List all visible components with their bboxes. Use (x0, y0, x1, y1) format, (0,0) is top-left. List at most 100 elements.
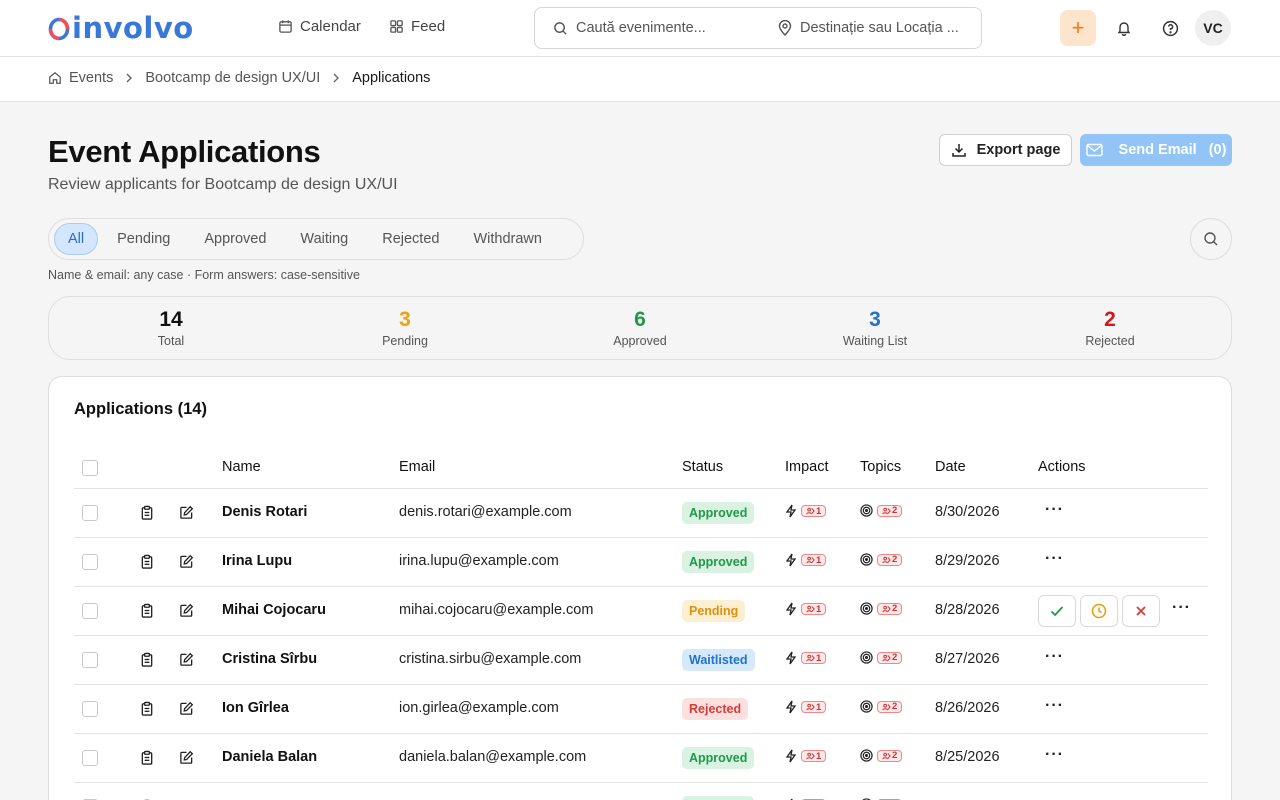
nav-feed-link[interactable]: Feed (389, 18, 445, 35)
clipboard-icon[interactable] (140, 554, 154, 569)
applicant-name[interactable]: Mihai Cojocaru (222, 602, 326, 618)
target-icon (860, 651, 873, 664)
mail-icon (1085, 143, 1103, 157)
edit-note-icon[interactable] (179, 750, 194, 765)
help-button[interactable] (1152, 10, 1188, 46)
notifications-button[interactable] (1106, 10, 1142, 46)
applicant-name[interactable]: Denis Rotari (222, 504, 307, 520)
topics-pill: 2 (877, 700, 903, 713)
table-row[interactable]: Irina Lupu irina.lupu@example.com Approved… (74, 538, 1208, 587)
clipboard-icon[interactable] (140, 750, 154, 765)
impact-count: 1 (816, 505, 822, 517)
breadcrumb-events[interactable]: Events (69, 70, 113, 86)
table-row[interactable]: Cristina Sîrbu cristina.sirbu@example.com… (74, 636, 1208, 685)
more-actions-icon[interactable]: ··· (1045, 746, 1064, 764)
approve-button[interactable] (1038, 595, 1076, 627)
tab-pending[interactable]: Pending (102, 223, 185, 255)
column-date[interactable]: Date (935, 459, 966, 475)
edit-note-icon[interactable] (179, 701, 194, 716)
breadcrumb: Events Bootcamp de design UX/UI Applicat… (48, 70, 430, 86)
edit-note-icon[interactable] (179, 603, 194, 618)
lightning-icon (785, 749, 797, 763)
search-icon (1203, 231, 1219, 247)
clipboard-icon[interactable] (140, 652, 154, 667)
tab-all[interactable]: All (54, 223, 99, 255)
select-all-checkbox[interactable] (82, 460, 98, 476)
more-actions-icon[interactable]: ··· (1045, 501, 1064, 519)
more-actions-icon[interactable]: ··· (1045, 550, 1064, 568)
export-page-button[interactable]: Export page (939, 134, 1072, 166)
applicant-name[interactable]: Daniela Balan (222, 749, 317, 765)
applicant-email: cristina.sirbu@example.com (399, 651, 582, 667)
more-actions-icon[interactable]: ··· (1045, 795, 1064, 800)
send-email-button[interactable]: Send Email (0) (1080, 134, 1232, 166)
tab-withdrawn[interactable]: Withdrawn (458, 223, 557, 255)
impact-count: 1 (816, 652, 822, 664)
column-name[interactable]: Name (222, 459, 261, 475)
stat-total: 14 Total (91, 308, 251, 348)
user-avatar[interactable]: VC (1195, 10, 1231, 46)
more-actions-icon[interactable]: ··· (1045, 648, 1064, 666)
table-row[interactable]: Ion Gîrlea ion.girlea@example.com Rejected… (74, 685, 1208, 734)
topics-indicator: 2 (860, 749, 903, 762)
table-row[interactable]: Mihai Cojocaru mihai.cojocaru@example.com… (74, 587, 1208, 636)
applicant-name[interactable]: Ion Gîrlea (222, 700, 289, 716)
users-icon (882, 556, 891, 564)
edit-note-icon[interactable] (179, 652, 194, 667)
row-checkbox[interactable] (82, 505, 98, 521)
applicant-name[interactable]: Cristina Sîrbu (222, 651, 317, 667)
event-search-placeholder: Caută evenimente... (576, 20, 706, 36)
waitlist-button[interactable] (1080, 595, 1118, 627)
topics-count: 2 (892, 603, 898, 614)
stat-waiting: 3 Waiting List (795, 308, 955, 348)
clipboard-icon[interactable] (140, 505, 154, 520)
location-search-input[interactable]: Destinație sau Locația ... (778, 8, 959, 48)
table-row[interactable]: Approved12··· (74, 783, 1208, 800)
users-icon (882, 605, 891, 613)
tab-waiting[interactable]: Waiting (285, 223, 363, 255)
application-date: 8/29/2026 (935, 553, 1000, 569)
clipboard-icon[interactable] (140, 701, 154, 716)
impact-pill: 1 (801, 652, 827, 664)
table-row[interactable]: Daniela Balan daniela.balan@example.com Ap… (74, 734, 1208, 783)
reject-button[interactable] (1122, 595, 1160, 627)
row-checkbox[interactable] (82, 554, 98, 570)
edit-note-icon[interactable] (179, 554, 194, 569)
applicant-name[interactable]: Irina Lupu (222, 553, 292, 569)
impact-indicator: 1 (785, 749, 827, 763)
create-button[interactable]: + (1060, 10, 1096, 46)
search-applications-button[interactable] (1190, 218, 1232, 260)
row-checkbox[interactable] (82, 652, 98, 668)
event-search-input[interactable]: Caută evenimente... (553, 8, 706, 48)
more-actions-icon[interactable]: ··· (1172, 599, 1191, 617)
row-checkbox[interactable] (82, 701, 98, 717)
target-icon (860, 602, 873, 615)
table-row[interactable]: Denis Rotari denis.rotari@example.com Appr… (74, 489, 1208, 538)
stat-label: Waiting List (842, 334, 908, 348)
help-circle-icon (1162, 20, 1179, 37)
column-status[interactable]: Status (682, 459, 723, 475)
check-icon (1050, 605, 1064, 617)
plus-icon: + (1071, 15, 1085, 40)
logo[interactable]: involvo (48, 11, 194, 45)
tab-approved[interactable]: Approved (189, 223, 281, 255)
applicant-email: mihai.cojocaru@example.com (399, 602, 594, 618)
column-email[interactable]: Email (399, 459, 435, 475)
users-icon (806, 507, 815, 515)
stat-label: Total (157, 334, 185, 348)
lightning-icon (785, 602, 797, 616)
tab-rejected[interactable]: Rejected (367, 223, 454, 255)
application-date: 8/30/2026 (935, 504, 1000, 520)
row-checkbox[interactable] (82, 750, 98, 766)
nav-calendar-link[interactable]: Calendar (278, 18, 361, 35)
clock-icon (1091, 603, 1107, 619)
row-checkbox[interactable] (82, 603, 98, 619)
clipboard-icon[interactable] (140, 603, 154, 618)
edit-note-icon[interactable] (179, 505, 194, 520)
more-actions-icon[interactable]: ··· (1045, 697, 1064, 715)
breadcrumb-event[interactable]: Bootcamp de design UX/UI (145, 70, 320, 86)
chevron-right-icon (332, 72, 340, 84)
status-badge: Rejected (682, 698, 749, 720)
top-navbar: involvo Calendar Feed Caută evenimente..… (0, 0, 1280, 57)
applicant-email: irina.lupu@example.com (399, 553, 559, 569)
